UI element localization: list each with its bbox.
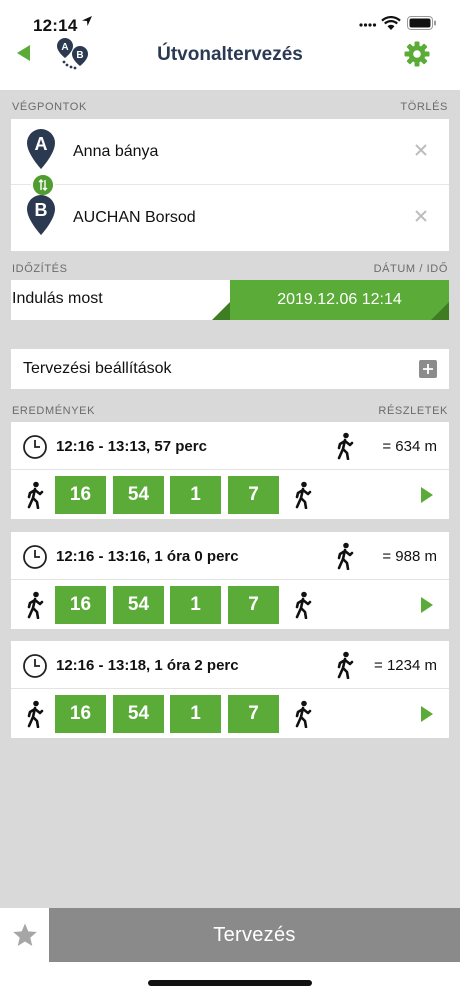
play-icon[interactable] (419, 704, 435, 724)
line-badge: 16 (55, 586, 106, 624)
status-bar: 12:14 (0, 0, 460, 35)
line-badge: 54 (113, 586, 164, 624)
line-badge: 7 (228, 695, 279, 733)
bottom-bar: Tervezés (0, 908, 460, 962)
line-badge: 7 (228, 476, 279, 514)
datetime-option[interactable]: 2019.12.06 12:14 (230, 280, 449, 320)
timing-corner-left (212, 302, 230, 320)
results-heading-label: EREDMÉNYEK (12, 405, 96, 417)
page-title: Útvonaltervezés (157, 44, 303, 65)
clear-icon[interactable] (414, 209, 428, 223)
walk-icon (295, 700, 312, 728)
walk-icon (27, 700, 44, 728)
signal-icon (359, 23, 377, 27)
endpoints-heading: VÉGPONTOK TÖRLÉS (12, 101, 448, 113)
plan-button[interactable]: Tervezés (49, 908, 460, 962)
planning-settings-row[interactable]: Tervezési beállítások (11, 349, 449, 389)
datetime-heading: DÁTUM / IDŐ (373, 263, 448, 275)
endpoint-from[interactable]: A Anna bánya (11, 119, 449, 185)
play-icon[interactable] (419, 485, 435, 505)
line-badge: 1 (170, 586, 221, 624)
line-badge: 16 (55, 695, 106, 733)
location-arrow-icon (82, 16, 92, 26)
route-walk-distance: = 988 m (382, 548, 437, 565)
route-summary-row: 12:16 - 13:18, 1 óra 2 perc = 1234 m (11, 641, 449, 689)
pin-b-icon: B (27, 195, 55, 235)
line-badge: 54 (113, 695, 164, 733)
clock-icon (23, 545, 47, 569)
home-indicator-area (0, 962, 460, 996)
route-walk-distance: = 634 m (382, 438, 437, 455)
walk-icon (337, 542, 354, 570)
route-option[interactable]: 12:16 - 13:13, 57 perc = 634 m 16 54 1 7 (11, 422, 449, 519)
planning-settings-label: Tervezési beállítások (23, 360, 172, 377)
pin-a-letter: A (35, 134, 48, 154)
status-time: 12:14 (33, 16, 78, 35)
line-badge: 1 (170, 695, 221, 733)
line-badge: 7 (228, 586, 279, 624)
walk-icon (295, 591, 312, 619)
route-summary: 12:16 - 13:18, 1 óra 2 perc (56, 657, 239, 674)
clear-all-link[interactable]: TÖRLÉS (400, 101, 448, 113)
line-badge: 1 (170, 476, 221, 514)
route-option[interactable]: 12:16 - 13:16, 1 óra 0 perc = 988 m 16 5… (11, 532, 449, 629)
results-heading: EREDMÉNYEK RÉSZLETEK (12, 405, 448, 417)
timing-heading: IDŐZÍTÉS DÁTUM / IDŐ (12, 263, 448, 275)
pin-b-letter: B (35, 200, 48, 220)
endpoints-card: A Anna bánya B AUCHAN Borsod (11, 119, 449, 251)
walk-icon (27, 591, 44, 619)
line-badge: 54 (113, 476, 164, 514)
battery-icon (407, 16, 436, 30)
endpoint-from-name: Anna bánya (73, 143, 159, 160)
clock-icon (23, 435, 47, 459)
endpoints-heading-label: VÉGPONTOK (12, 101, 87, 113)
favorite-button[interactable] (0, 908, 49, 962)
route-legs-row: 16 54 1 7 (11, 690, 449, 738)
nav-bar: A B Útvonaltervezés (0, 34, 460, 90)
route-option[interactable]: 12:16 - 13:18, 1 óra 2 perc = 1234 m 16 … (11, 641, 449, 738)
clear-icon[interactable] (414, 143, 428, 157)
star-icon (13, 923, 37, 946)
departure-now-option[interactable]: Indulás most (12, 290, 103, 308)
route-legs-row: 16 54 1 7 (11, 581, 449, 629)
datetime-value: 2019.12.06 12:14 (277, 291, 402, 308)
walk-icon (337, 432, 354, 460)
wifi-icon (381, 16, 401, 30)
gear-icon[interactable] (403, 40, 431, 68)
endpoint-to-name: AUCHAN Borsod (73, 209, 196, 226)
plus-icon[interactable] (419, 360, 437, 378)
line-badge: 16 (55, 476, 106, 514)
home-indicator[interactable] (148, 980, 312, 986)
route-legs-row: 16 54 1 7 (11, 471, 449, 519)
walk-icon (27, 481, 44, 509)
route-summary: 12:16 - 13:16, 1 óra 0 perc (56, 548, 239, 565)
timing-corner-right (431, 302, 449, 320)
clock-icon (23, 654, 47, 678)
route-summary-row: 12:16 - 13:13, 57 perc = 634 m (11, 422, 449, 470)
walk-icon (295, 481, 312, 509)
pin-a-icon: A (27, 129, 55, 169)
details-heading: RÉSZLETEK (378, 405, 448, 417)
route-summary-row: 12:16 - 13:16, 1 óra 0 perc = 988 m (11, 532, 449, 580)
route-walk-distance: = 1234 m (374, 657, 437, 674)
route-summary: 12:16 - 13:13, 57 perc (56, 438, 207, 455)
timing-heading-label: IDŐZÍTÉS (12, 263, 68, 275)
endpoint-to[interactable]: B AUCHAN Borsod (11, 185, 449, 251)
play-icon[interactable] (419, 595, 435, 615)
walk-icon (337, 651, 354, 679)
